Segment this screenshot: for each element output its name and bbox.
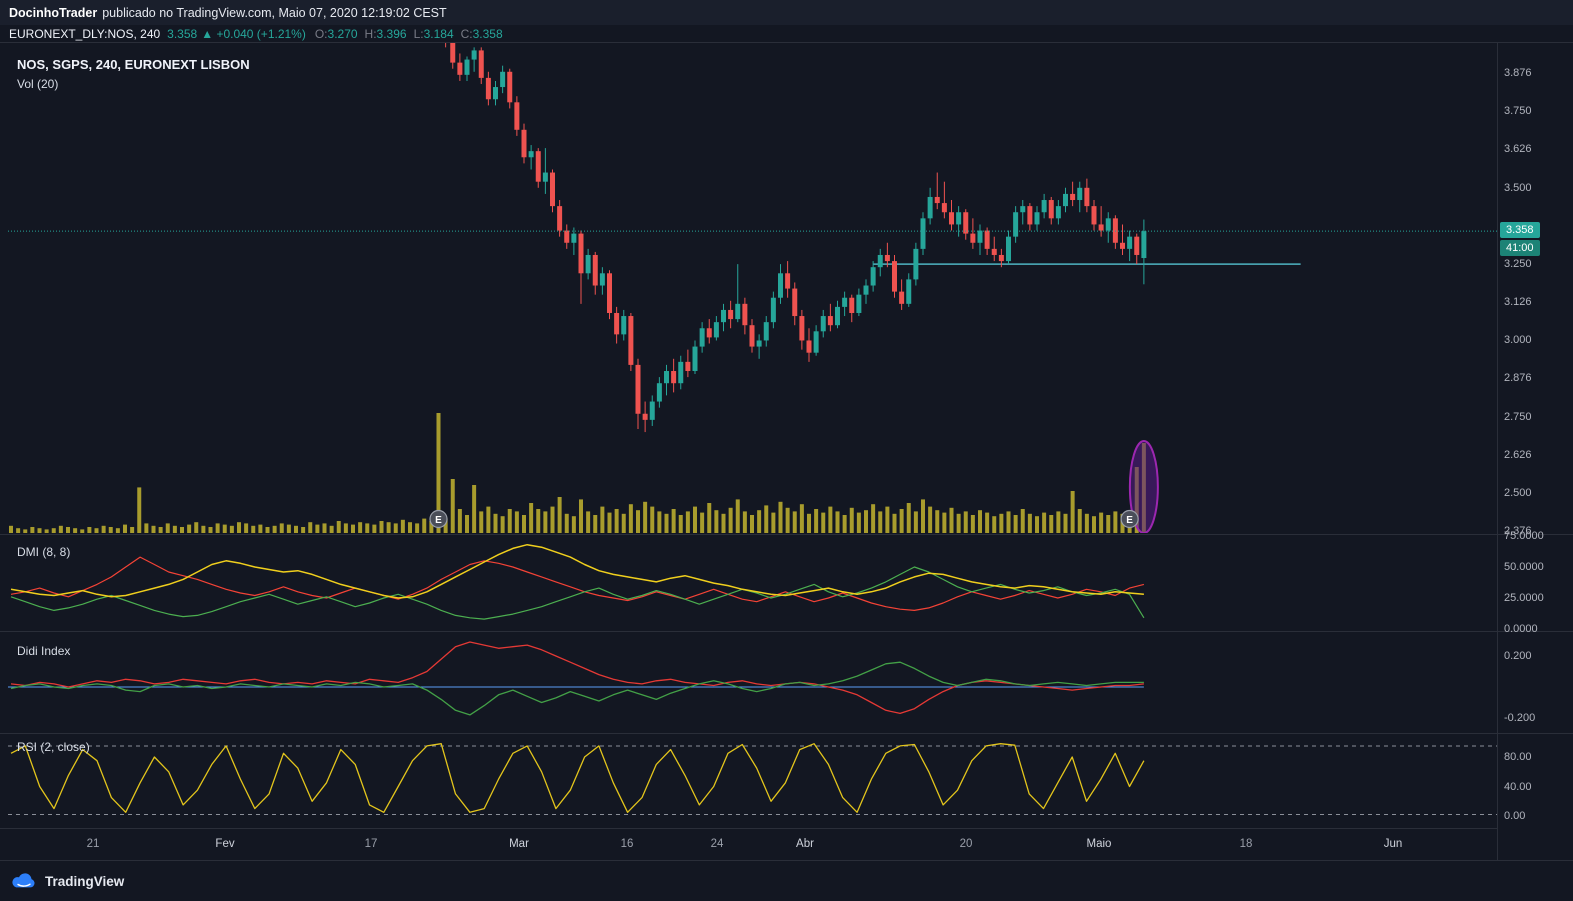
didi-pane <box>8 642 1144 715</box>
pane-separator <box>0 534 1573 535</box>
price-axis[interactable]: 3.358 41:00 3.876 3.750 3.626 3.500 3.250 3.1… <box>1497 42 1573 860</box>
volume-layer <box>9 413 1146 533</box>
tradingview-cloud-icon[interactable] <box>10 872 37 890</box>
dmi-legend[interactable]: DMI (8, 8) <box>17 545 70 559</box>
axis-tick: 3.500 <box>1504 181 1532 195</box>
current-price-badge: 3.358 <box>1500 222 1540 238</box>
time-tick: 21 <box>87 838 100 850</box>
footer-brand-bar: TradingView <box>0 860 1573 901</box>
axis-tick: 2.626 <box>1504 448 1532 462</box>
axis-tick: 3.876 <box>1504 66 1532 80</box>
didi-legend[interactable]: Didi Index <box>17 644 70 658</box>
axis-tick: 3.250 <box>1504 257 1532 271</box>
dmi-pane <box>11 545 1144 619</box>
time-tick: Maio <box>1087 838 1112 850</box>
time-tick: 24 <box>711 838 724 850</box>
earnings-marker[interactable]: E <box>1121 511 1138 528</box>
earnings-marker[interactable]: E <box>430 511 447 528</box>
time-tick: Mar <box>509 838 529 850</box>
chart-canvas[interactable]: EE <box>0 0 1573 901</box>
time-tick: 18 <box>1240 838 1253 850</box>
brand-name[interactable]: TradingView <box>45 874 124 889</box>
rsi-legend[interactable]: RSI (2, close) <box>17 740 90 754</box>
axis-tick: 80.00 <box>1504 750 1532 764</box>
time-tick: 20 <box>960 838 973 850</box>
svg-text:E: E <box>435 515 442 526</box>
axis-tick: 0.0000 <box>1504 622 1538 636</box>
axis-tick: 2.500 <box>1504 486 1532 500</box>
axis-tick: 2.876 <box>1504 371 1532 385</box>
axis-tick: 25.0000 <box>1504 591 1544 605</box>
axis-tick: 50.0000 <box>1504 560 1544 574</box>
bar-countdown-badge: 41:00 <box>1500 240 1540 256</box>
candles-layer <box>443 14 1146 432</box>
volume-legend[interactable]: Vol (20) <box>17 77 58 91</box>
axis-tick: 3.750 <box>1504 104 1532 118</box>
axis-tick: 3.626 <box>1504 142 1532 156</box>
axis-tick: 75.0000 <box>1504 529 1544 543</box>
svg-text:E: E <box>1126 515 1133 526</box>
axis-tick: 3.000 <box>1504 333 1532 347</box>
time-tick: Jun <box>1384 838 1403 850</box>
tradingview-snapshot: DocinhoTrader publicado no TradingView.c… <box>0 0 1573 901</box>
axis-tick: 0.00 <box>1504 809 1525 823</box>
pane-separator <box>0 733 1573 734</box>
axis-tick: 3.126 <box>1504 295 1532 309</box>
time-tick: Abr <box>796 838 814 850</box>
pane-separator <box>0 42 1573 43</box>
time-tick: 17 <box>365 838 378 850</box>
main-symbol-legend[interactable]: NOS, SGPS, 240, EURONEXT LISBON <box>17 57 250 72</box>
axis-tick: 2.750 <box>1504 410 1532 424</box>
rsi-pane <box>8 744 1497 815</box>
time-tick: 16 <box>621 838 634 850</box>
time-axis[interactable]: 21 Fev 17 Mar 16 24 Abr 20 Maio 18 Jun <box>0 828 1497 860</box>
pane-separator <box>0 631 1573 632</box>
time-tick: Fev <box>215 838 234 850</box>
axis-tick: -0.200 <box>1504 711 1535 725</box>
price-pane: EE <box>8 14 1497 533</box>
axis-tick: 0.200 <box>1504 649 1532 663</box>
axis-tick: 40.00 <box>1504 780 1532 794</box>
